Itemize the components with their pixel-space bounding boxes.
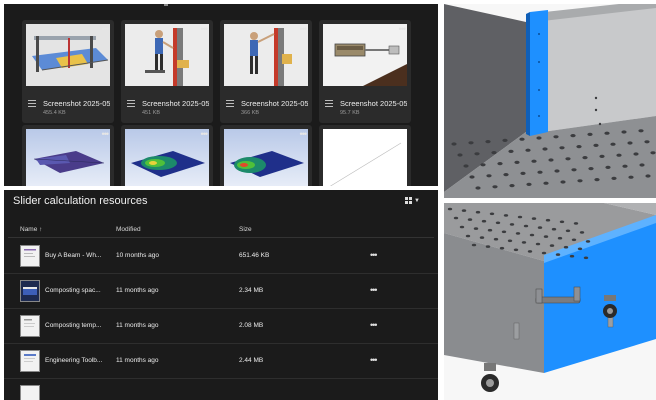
more-options-icon[interactable]: •••	[300, 25, 308, 34]
sort-arrow-icon: ↑	[39, 226, 43, 233]
file-thumbnail	[323, 129, 407, 186]
mechanism-render-image	[323, 24, 407, 86]
file-name: Screenshot 2025-05-...	[340, 99, 407, 108]
more-options-icon[interactable]: •••	[370, 250, 378, 260]
file-name: Screenshot 2025-05-...	[142, 99, 209, 108]
file-modified: 10 months ago	[116, 252, 160, 259]
file-grid-panel: ••• Screenshot 2025-05-... 455.4 KB ••• …	[4, 4, 438, 186]
file-card[interactable]: •••	[22, 125, 114, 186]
file-thumbnail	[20, 315, 40, 337]
file-name: Screenshot 2025-05-...	[43, 99, 110, 108]
column-header-size[interactable]: Size	[239, 226, 252, 233]
person-reaching-render-image	[224, 24, 308, 86]
table-row[interactable]: Composting temp... 11 months ago 2.08 MB…	[4, 309, 438, 344]
more-options-icon[interactable]: •••	[102, 25, 110, 34]
file-thumbnail	[125, 24, 209, 86]
fea-plate-render-image	[224, 129, 308, 186]
file-thumbnail	[20, 350, 40, 372]
cad-corner-image	[444, 4, 656, 198]
file-card[interactable]: •••	[121, 125, 213, 186]
file-thumbnail	[224, 129, 308, 186]
file-card[interactable]: ••• Screenshot 2025-05-... 451 KB	[121, 20, 213, 123]
file-size: 366 KB	[241, 110, 260, 116]
file-size: 2.44 MB	[239, 357, 264, 364]
file-size: 455.4 KB	[43, 110, 66, 116]
file-list-panel: Slider calculation resources ▼ Name ↑ Mo…	[4, 190, 438, 400]
more-options-icon[interactable]: •••	[201, 130, 209, 139]
cad-cart-render	[444, 203, 656, 400]
caster-wheel	[603, 295, 617, 318]
file-lines-icon	[226, 100, 234, 107]
chevron-down-icon: ▼	[414, 197, 420, 204]
table-row[interactable]: Engineering Toolb... 11 months ago 2.44 …	[4, 344, 438, 379]
file-name: Engineering Toolb...	[45, 357, 103, 364]
blank-plot-image	[323, 129, 407, 186]
more-options-icon[interactable]: •••	[300, 130, 308, 139]
view-toggle-button[interactable]: ▼	[405, 197, 420, 204]
file-lines-icon	[325, 100, 333, 107]
file-thumbnail	[125, 129, 209, 186]
file-card[interactable]: ••• Screenshot 2025-05-... 455.4 KB	[22, 20, 114, 123]
file-size: 95.7 KB	[340, 110, 360, 116]
scroll-indicator	[164, 4, 168, 6]
column-header-name[interactable]: Name ↑	[20, 226, 42, 233]
cad-corner-render	[444, 4, 656, 198]
file-card[interactable]	[319, 125, 411, 186]
file-modified: 11 months ago	[116, 287, 159, 294]
file-thumbnail	[323, 24, 407, 86]
file-card[interactable]: ••• Screenshot 2025-05-... 95.7 KB	[319, 20, 411, 123]
more-options-icon[interactable]: •••	[201, 25, 209, 34]
header-divider	[8, 237, 434, 238]
file-name: Screenshot 2025-05-...	[241, 99, 308, 108]
file-thumbnail	[224, 24, 308, 86]
table-row[interactable]: Composting spac... 11 months ago 2.34 MB…	[4, 274, 438, 309]
file-card[interactable]: •••	[220, 125, 312, 186]
file-lines-icon	[127, 100, 135, 107]
file-size: 2.08 MB	[239, 322, 264, 329]
file-size: 451 KB	[142, 110, 161, 116]
file-thumbnail	[20, 385, 40, 400]
more-options-icon[interactable]: •••	[370, 285, 378, 295]
more-options-icon[interactable]: •••	[370, 320, 378, 330]
table-row[interactable]: Buy A Beam - Wh... 10 months ago 651.46 …	[4, 239, 438, 274]
scaffold-render-image	[26, 24, 110, 86]
more-options-icon[interactable]: •••	[102, 130, 110, 139]
person-lifting-render-image	[125, 24, 209, 86]
file-thumbnail	[20, 245, 40, 267]
file-name: Buy A Beam - Wh...	[45, 252, 102, 259]
file-size: 651.46 KB	[239, 252, 270, 259]
file-name: Composting temp...	[45, 322, 102, 329]
file-card[interactable]: ••• Screenshot 2025-05-... 366 KB	[220, 20, 312, 123]
fea-plate-render-image	[125, 129, 209, 186]
grid-view-icon	[405, 197, 413, 204]
file-modified: 11 months ago	[116, 357, 159, 364]
file-name: Composting spac...	[45, 287, 101, 294]
file-lines-icon	[28, 100, 36, 107]
file-thumbnail	[20, 280, 40, 302]
more-options-icon[interactable]: •••	[370, 355, 378, 365]
more-options-icon[interactable]: •••	[399, 25, 407, 34]
fea-plate-render-image	[26, 129, 110, 186]
file-modified: 11 months ago	[116, 322, 159, 329]
file-size: 2.34 MB	[239, 287, 264, 294]
folder-title: Slider calculation resources	[13, 195, 148, 207]
column-header-modified[interactable]: Modified	[116, 226, 141, 233]
table-row[interactable]	[4, 379, 438, 400]
cad-cart-image	[444, 203, 656, 400]
file-thumbnail	[26, 24, 110, 86]
file-thumbnail	[26, 129, 110, 186]
